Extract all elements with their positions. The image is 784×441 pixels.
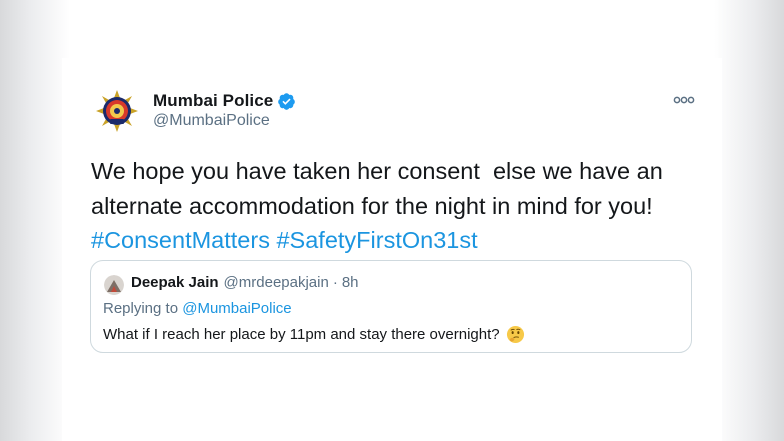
mumbai-police-emblem-icon[interactable]: [92, 86, 142, 136]
author-name-row[interactable]: Mumbai Police: [153, 90, 296, 112]
tweet-text: We hope you have taken her consent else …: [91, 154, 731, 258]
tweet-text-line-1: We hope you have taken her consent else …: [91, 158, 663, 184]
quoted-display-name[interactable]: Deepak Jain: [131, 274, 219, 291]
tweet-text-line-2: alternate accommodation for the night in…: [91, 192, 653, 219]
replying-to: Replying to @MumbaiPolice: [103, 300, 292, 317]
thinking-face-icon: [506, 325, 525, 344]
author-display-name[interactable]: Mumbai Police: [153, 91, 273, 111]
author-handle[interactable]: @MumbaiPolice: [153, 112, 270, 130]
hashtag-safety-first[interactable]: #SafetyFirstOn31st: [276, 227, 477, 253]
more-options-icon[interactable]: [672, 90, 696, 110]
quoted-text: What if I reach her place by 11pm and st…: [103, 326, 500, 343]
replying-prefix: Replying to: [103, 300, 183, 317]
quoted-separator: ·: [332, 274, 338, 291]
hashtag-consent-matters[interactable]: #ConsentMatters: [91, 227, 270, 253]
verified-badge-icon: [277, 92, 296, 111]
quoted-header: Deepak Jain @mrdeepakjain · 8h: [131, 274, 359, 291]
quoted-text-row: What if I reach her place by 11pm and st…: [103, 325, 525, 344]
quoted-handle[interactable]: @mrdeepakjain: [224, 274, 329, 291]
quoted-timestamp[interactable]: 8h: [342, 274, 359, 291]
replying-to-mention[interactable]: @MumbaiPolice: [182, 300, 291, 317]
quoted-author-avatar[interactable]: [104, 275, 124, 295]
quoted-tweet[interactable]: Deepak Jain @mrdeepakjain · 8h Replying …: [90, 260, 692, 353]
